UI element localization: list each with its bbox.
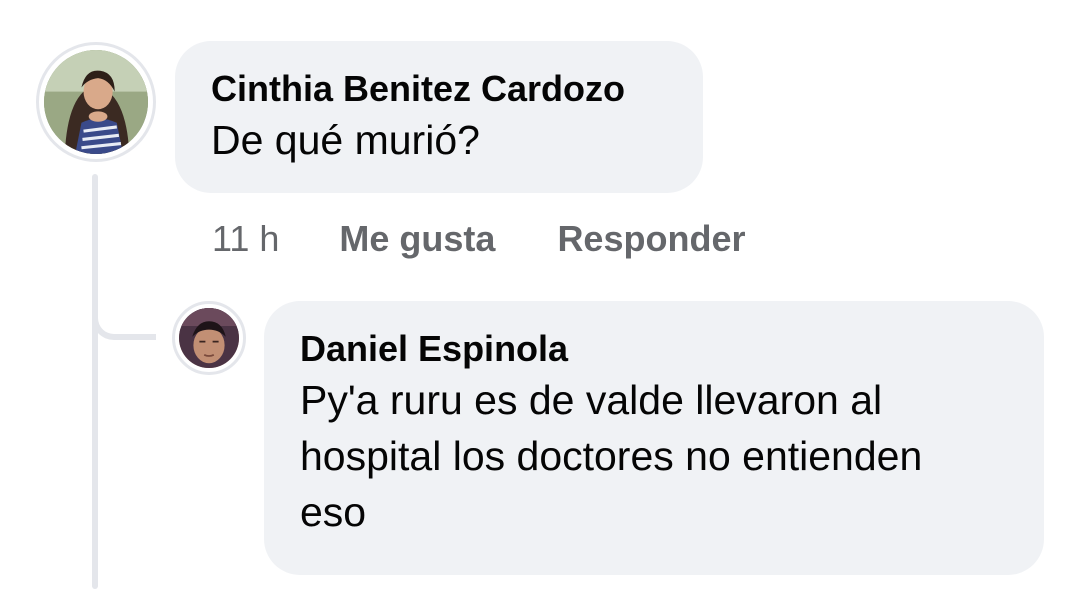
comment-text: De qué murió?: [211, 117, 480, 163]
reply-button[interactable]: Responder: [557, 218, 745, 260]
comment-thread: Cinthia Benitez Cardozo De qué murió? 11…: [0, 0, 1079, 589]
cutoff-previous-text: [380, 0, 700, 4]
thread-connector-line: [92, 174, 98, 589]
reply-text: Py'a ruru es de valde llevaron al hospit…: [300, 377, 923, 535]
reply-bubble: Daniel Espinola Py'a ruru es de valde ll…: [264, 301, 1044, 575]
reply-connector-curve: [92, 290, 156, 340]
avatar[interactable]: [36, 42, 156, 162]
reply-author-name[interactable]: Daniel Espinola: [300, 328, 1008, 370]
comment-author-name[interactable]: Cinthia Benitez Cardozo: [211, 68, 667, 110]
comment-actions: 11 h Me gusta Responder: [212, 218, 745, 260]
avatar[interactable]: [172, 301, 246, 375]
like-button[interactable]: Me gusta: [339, 218, 495, 260]
user-avatar-photo-icon: [44, 50, 148, 154]
user-avatar-photo-icon: [179, 308, 239, 368]
comment-timestamp[interactable]: 11 h: [212, 218, 279, 260]
comment-bubble: Cinthia Benitez Cardozo De qué murió?: [175, 41, 703, 193]
